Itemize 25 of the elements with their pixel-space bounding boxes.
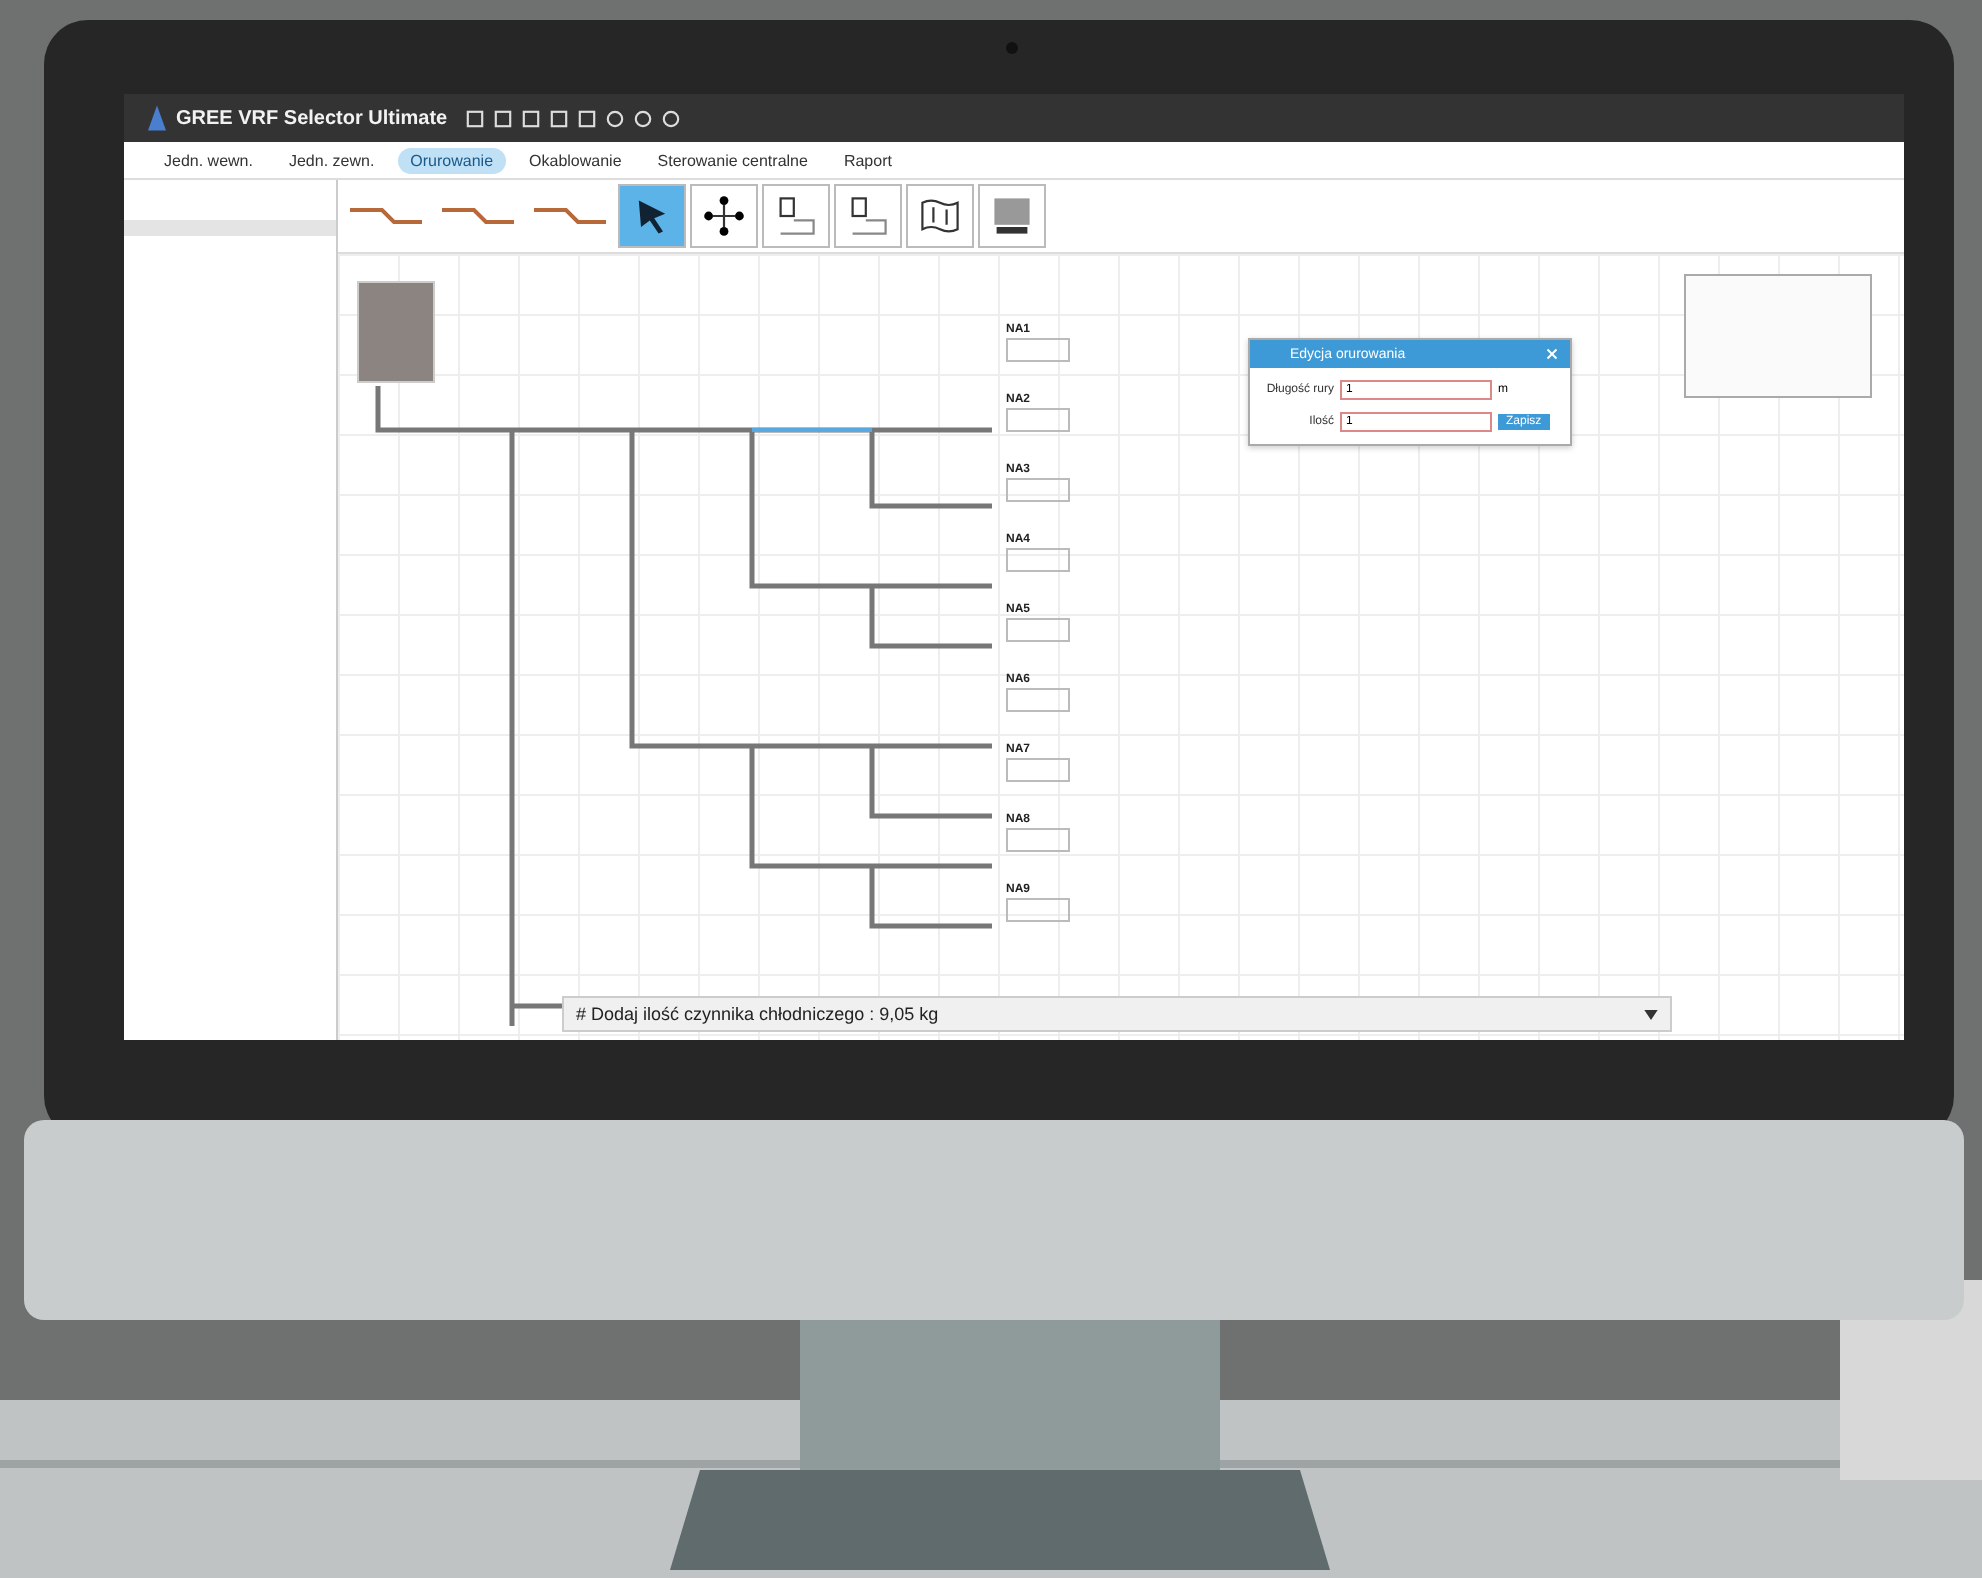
- tab[interactable]: Raport: [831, 147, 904, 173]
- move-tool[interactable]: [690, 184, 758, 248]
- tab[interactable]: Jedn. zewn.: [276, 147, 387, 173]
- window-title: GREE VRF Selector Ultimate: [176, 107, 448, 129]
- close-icon[interactable]: [1546, 348, 1558, 360]
- caret-icon[interactable]: [1644, 1009, 1658, 1019]
- grid-icon: [990, 194, 1034, 238]
- status-text: # Dodaj ilość czynnika chłodniczego : 9,05 kg: [576, 1004, 939, 1024]
- tab[interactable]: Okablowanie: [517, 147, 634, 173]
- select-tool[interactable]: [618, 184, 686, 248]
- tab[interactable]: Jedn. wewn.: [152, 147, 265, 173]
- pipe-icon: [438, 202, 518, 230]
- pipe-icon: [346, 202, 426, 230]
- map-icon: [918, 194, 962, 238]
- pipe-icon: [530, 202, 610, 230]
- unit-tool[interactable]: [762, 184, 830, 248]
- tab[interactable]: Sterowanie centralne: [645, 147, 820, 173]
- unit-icon: [846, 194, 890, 238]
- tab[interactable]: Orurowanie: [398, 147, 506, 173]
- map-tool[interactable]: [906, 184, 974, 248]
- grid-tool[interactable]: [978, 184, 1046, 248]
- logo-icon: [148, 104, 166, 132]
- move-icon: [702, 194, 746, 238]
- unit-tool[interactable]: [834, 184, 902, 248]
- unit-icon: [774, 194, 818, 238]
